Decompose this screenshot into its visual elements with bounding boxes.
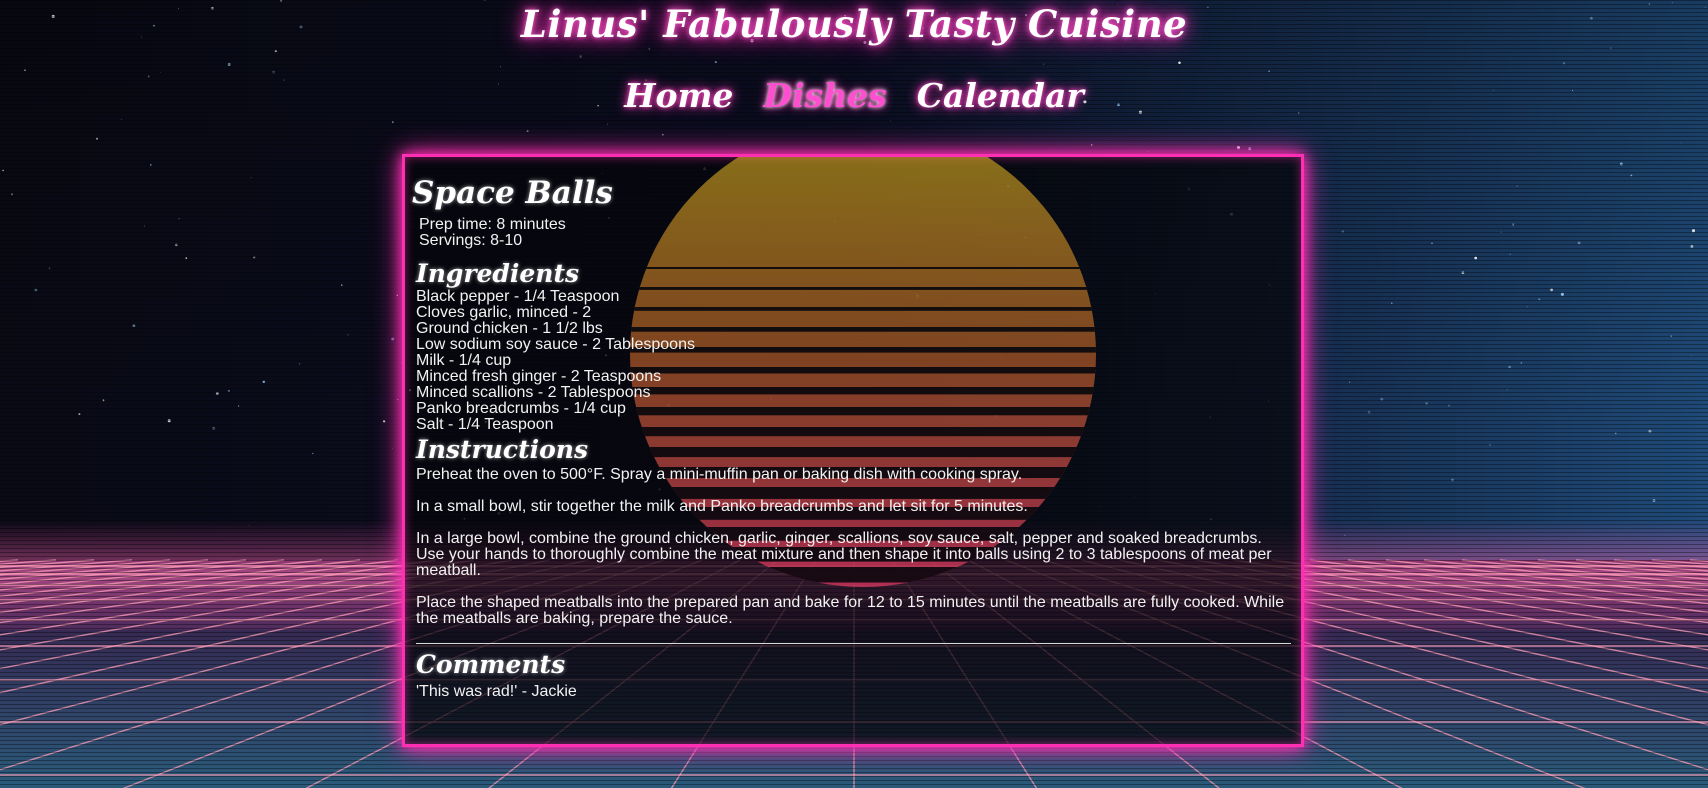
ingredients-list: Black pepper - 1/4 Teaspoon Cloves garli… — [416, 289, 1291, 433]
ingredient-item: Low sodium soy sauce - 2 Tablespoons — [416, 336, 695, 353]
recipe-meta: Prep time: 8 minutes Servings: 8-10 — [419, 217, 1291, 249]
nav-dishes-link[interactable]: Dishes — [763, 76, 886, 115]
nav-home-link[interactable]: Home — [624, 76, 733, 115]
recipe-card: Space Balls Prep time: 8 minutes Serving… — [402, 154, 1304, 747]
ingredient-item: Minced scallions - 2 Tablespoons — [416, 384, 651, 401]
site-title: Linus' Fabulously Tasty Cuisine — [520, 2, 1188, 46]
comments-heading: Comments — [416, 650, 566, 679]
ingredient-item: Ground chicken - 1 1/2 lbs — [416, 320, 603, 337]
ingredient-item: Panko breadcrumbs - 1/4 cup — [416, 400, 626, 417]
instruction-step: In a small bowl, stir together the milk … — [416, 498, 1028, 515]
comment-item: 'This was rad!' - Jackie — [416, 683, 577, 700]
ingredient-item: Salt - 1/4 Teaspoon — [416, 416, 554, 433]
ingredients-heading: Ingredients — [416, 259, 580, 288]
ingredient-item: Cloves garlic, minced - 2 — [416, 304, 592, 321]
instruction-step: In a large bowl, combine the ground chic… — [416, 530, 1272, 579]
nav-calendar-link[interactable]: Calendar — [917, 76, 1084, 115]
recipe-title: Space Balls — [412, 175, 613, 211]
ingredient-item: Minced fresh ginger - 2 Teaspoons — [416, 368, 662, 385]
servings-text: Servings: 8-10 — [419, 232, 523, 249]
ingredient-item: Milk - 1/4 cup — [416, 352, 512, 369]
instruction-step: Place the shaped meatballs into the prep… — [416, 594, 1285, 627]
prep-time-text: Prep time: 8 minutes — [419, 216, 566, 233]
comments-divider — [416, 643, 1291, 644]
main-nav: Home Dishes Calendar — [0, 76, 1708, 115]
ingredient-item: Black pepper - 1/4 Teaspoon — [416, 288, 620, 305]
instruction-step: Preheat the oven to 500°F. Spray a mini-… — [416, 466, 1023, 483]
instructions-heading: Instructions — [416, 435, 589, 464]
instructions-list: Preheat the oven to 500°F. Spray a mini-… — [416, 467, 1291, 627]
